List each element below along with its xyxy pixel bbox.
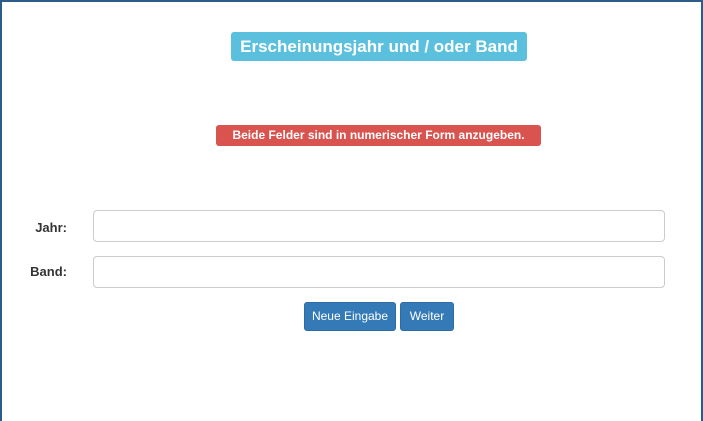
band-label: Band: — [30, 264, 67, 279]
instruction-notice: Beide Felder sind in numerischer Form an… — [216, 125, 541, 146]
next-button[interactable]: Weiter — [400, 302, 454, 331]
jahr-input[interactable] — [93, 210, 665, 242]
jahr-label: Jahr: — [35, 220, 67, 235]
page-frame: Erscheinungsjahr und / oder Band Beide F… — [0, 0, 703, 421]
page-title: Erscheinungsjahr und / oder Band — [231, 32, 527, 61]
new-entry-button[interactable]: Neue Eingabe — [304, 302, 396, 331]
band-input[interactable] — [93, 256, 665, 288]
